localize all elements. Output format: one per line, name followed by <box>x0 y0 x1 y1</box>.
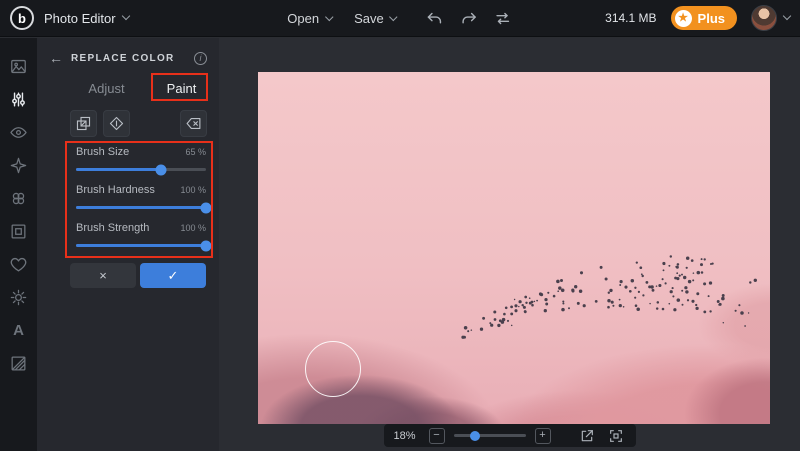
clover-effects-icon <box>9 189 28 208</box>
zoom-slider[interactable] <box>454 434 526 437</box>
brush-strength-slider[interactable] <box>76 244 206 247</box>
zoom-toolbar: 18% − + <box>384 424 636 447</box>
brush-hardness-label: Brush Hardness <box>76 184 155 196</box>
panel-actions: × ✓ <box>70 263 206 288</box>
tab-paint[interactable]: Paint <box>144 77 219 101</box>
star-badge-icon: ★ <box>675 10 692 27</box>
chevron-down-icon <box>783 12 791 20</box>
open-in-new-window-button[interactable] <box>577 426 597 446</box>
rail-item-frames[interactable] <box>0 215 37 248</box>
panel-tabs: Adjust Paint <box>69 77 219 101</box>
brush-size-value: 65 % <box>185 147 206 157</box>
redo-button[interactable] <box>459 9 479 29</box>
topbar-center-group: Open Save <box>287 0 512 37</box>
erase-button[interactable] <box>180 110 207 137</box>
back-button[interactable]: ← <box>47 50 65 66</box>
canvas-image[interactable] <box>258 72 770 424</box>
rail-item-heart[interactable] <box>0 248 37 281</box>
logo-letter: b <box>18 11 26 26</box>
overlay-icon <box>9 354 28 373</box>
adjust-sliders-icon <box>9 90 28 109</box>
gear-icon <box>9 288 28 307</box>
app-logo[interactable]: b <box>10 6 34 30</box>
history-controls <box>425 9 513 29</box>
open-label: Open <box>287 11 319 26</box>
zoom-level: 18% <box>394 430 420 442</box>
tool-rail: A <box>0 38 37 451</box>
panel-title: REPLACE COLOR <box>71 53 194 64</box>
fill-diamond-icon <box>108 115 125 132</box>
brush-hardness-knob[interactable] <box>201 202 212 213</box>
zoom-in-button[interactable]: + <box>535 428 551 444</box>
memory-usage: 314.1 MB <box>605 11 656 25</box>
plus-label: Plus <box>698 11 725 26</box>
plus-upgrade-button[interactable]: ★ Plus <box>671 6 737 30</box>
zoom-knob[interactable] <box>470 431 480 441</box>
rail-item-text[interactable]: A <box>0 314 37 347</box>
app-menu-label: Photo Editor <box>44 11 116 26</box>
compare-button[interactable] <box>493 9 513 29</box>
rail-item-overlay[interactable] <box>0 347 37 380</box>
fill-button[interactable] <box>103 110 130 137</box>
new-window-icon <box>579 428 595 444</box>
rail-item-settings[interactable] <box>0 281 37 314</box>
save-menu[interactable]: Save <box>354 11 397 26</box>
backspace-erase-icon <box>185 115 202 132</box>
brush-strength-group: Brush Strength 100 % <box>76 222 206 247</box>
brush-strength-knob[interactable] <box>201 240 212 251</box>
brush-size-knob[interactable] <box>155 164 166 175</box>
cancel-button[interactable]: × <box>70 263 136 288</box>
frame-icon <box>9 222 28 241</box>
rail-item-photo[interactable] <box>0 50 37 83</box>
eye-icon <box>9 123 28 142</box>
paint-tool-buttons <box>70 110 207 137</box>
rail-item-adjust[interactable] <box>0 83 37 116</box>
brush-cursor <box>305 341 361 397</box>
photo-icon <box>9 57 28 76</box>
rail-item-eye[interactable] <box>0 116 37 149</box>
sparkle-star-icon <box>9 156 28 175</box>
brush-sliders: Brush Size 65 % Brush Hardness 100 % Bru… <box>76 146 206 260</box>
undo-icon <box>426 10 443 27</box>
invert-mask-button[interactable] <box>70 110 97 137</box>
confirm-button[interactable]: ✓ <box>140 263 206 288</box>
info-icon[interactable]: i <box>194 52 207 65</box>
tab-adjust[interactable]: Adjust <box>69 77 144 101</box>
brush-size-slider[interactable] <box>76 168 206 171</box>
chevron-down-icon <box>121 12 129 20</box>
canvas-area: 18% − + <box>219 38 800 451</box>
fit-screen-button[interactable] <box>606 426 626 446</box>
brush-strength-value: 100 % <box>180 223 206 233</box>
rail-item-effects[interactable] <box>0 182 37 215</box>
rail-item-sparkle[interactable] <box>0 149 37 182</box>
chevron-down-icon <box>325 12 333 20</box>
undo-button[interactable] <box>425 9 445 29</box>
topbar-right-group: 314.1 MB ★ Plus <box>605 5 790 31</box>
app-menu[interactable]: Photo Editor <box>44 11 129 26</box>
account-menu[interactable] <box>751 5 790 31</box>
compare-icon <box>494 10 511 27</box>
text-tool-icon: A <box>13 322 24 339</box>
top-bar: b Photo Editor Open Save 314.1 MB <box>0 0 800 37</box>
brush-hardness-slider[interactable] <box>76 206 206 209</box>
redo-icon <box>460 10 477 27</box>
chevron-down-icon <box>389 12 397 20</box>
brush-hardness-group: Brush Hardness 100 % <box>76 184 206 209</box>
fullscreen-fit-icon <box>608 428 624 444</box>
open-menu[interactable]: Open <box>287 11 332 26</box>
brush-hardness-value: 100 % <box>180 185 206 195</box>
heart-icon <box>9 255 28 274</box>
invert-mask-icon <box>75 115 92 132</box>
brush-size-group: Brush Size 65 % <box>76 146 206 171</box>
save-label: Save <box>354 11 384 26</box>
panel-header: ← REPLACE COLOR i <box>47 48 207 68</box>
avatar <box>751 5 777 31</box>
brush-size-label: Brush Size <box>76 146 129 158</box>
brush-strength-label: Brush Strength <box>76 222 149 234</box>
replace-color-panel: ← REPLACE COLOR i Adjust Paint Brush Siz… <box>37 38 219 451</box>
zoom-out-button[interactable]: − <box>429 428 445 444</box>
